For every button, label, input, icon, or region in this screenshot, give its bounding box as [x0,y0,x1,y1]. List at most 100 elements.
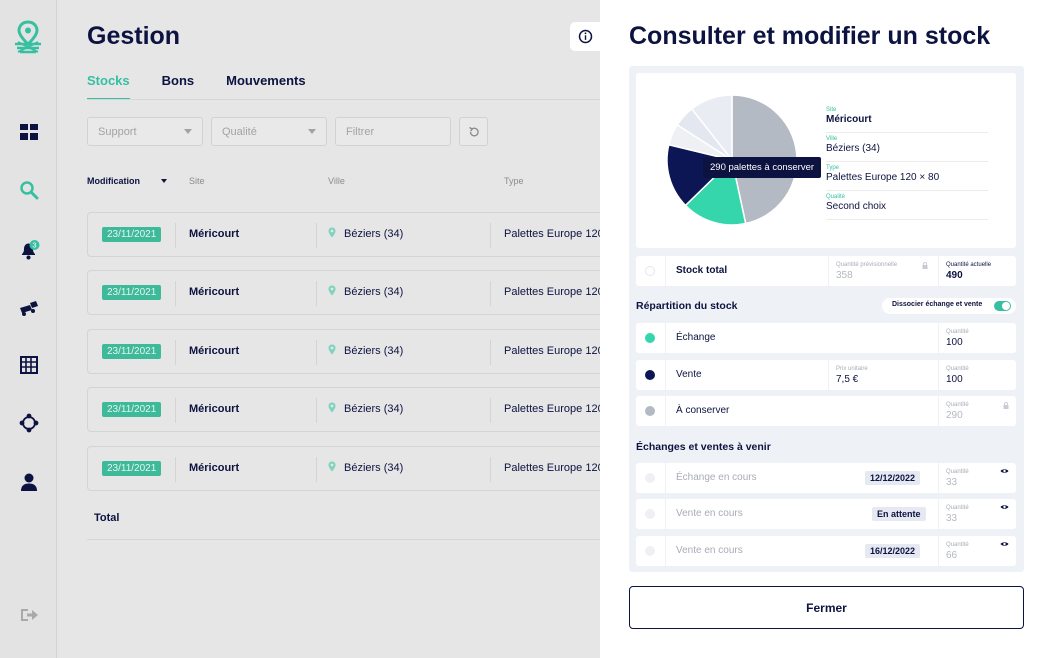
header-type: Type [504,176,524,186]
cell-separator [316,281,317,306]
filters-bar: Support Qualité Filtrer [87,117,488,146]
row-separator [938,499,939,529]
table-row[interactable]: 23/11/2021 Méricourt Béziers (34) Palettes … [87,387,600,432]
site-cell: Méricourt [189,228,240,240]
sidebar: 3 [0,0,57,658]
vente-qty-input[interactable]: 100 [946,374,963,385]
search-icon[interactable] [17,178,41,202]
ville-cell: Béziers (34) [344,286,404,298]
warehouse-grid-icon[interactable] [17,353,41,377]
vente-qty-label: Quantité [946,366,969,372]
tab-stocks[interactable]: Stocks [87,73,130,100]
avenir-qty-value: 33 [946,513,958,524]
modification-date-badge: 23/11/2021 [102,461,162,476]
row-separator [938,256,939,286]
location-pin-icon [328,461,336,472]
chevron-down-icon [184,129,192,134]
echange-dot [645,333,655,343]
location-pin-icon [328,402,336,413]
table-row[interactable]: 23/11/2021 Méricourt Béziers (34) Palettes … [87,446,600,491]
cell-separator [316,457,317,482]
row-separator [828,360,829,390]
user-profile-icon[interactable] [17,470,41,494]
eye-icon[interactable] [1000,468,1009,474]
modification-date-badge: 23/11/2021 [102,344,162,359]
row-separator [665,323,666,353]
tab-mouvements[interactable]: Mouvements [226,73,305,100]
type-cell: Palettes Europe 120 [504,403,600,415]
drawer-title: Consulter et modifier un stock [629,22,991,50]
avenir-row[interactable]: Vente en cours 16/12/2022 Quantité 66 [636,536,1016,566]
notification-bell-icon[interactable]: 3 [17,238,41,262]
info-site-label: Site [826,107,837,113]
echange-qty-input[interactable]: 100 [946,337,963,348]
conserver-row: À conserver Quantité 290 [636,396,1016,426]
vente-dot [645,370,655,380]
qte-previsionnelle-value: 358 [836,270,853,281]
logo-icon[interactable] [13,20,43,54]
qte-actuelle-value[interactable]: 490 [946,270,963,281]
support-select-label: Support [98,125,137,138]
tab-bons[interactable]: Bons [162,73,195,100]
ville-cell: Béziers (34) [344,403,404,415]
table-total-label: Total [94,512,120,524]
filter-input[interactable]: Filtrer [335,117,451,146]
header-ville: Ville [328,176,345,186]
info-site: Site Méricourt [826,104,988,133]
type-cell: Palettes Europe 120 [504,345,600,357]
logout-icon[interactable] [17,603,41,627]
avenir-qty-label: Quantité [946,505,969,511]
type-cell: Palettes Europe 120 [504,286,600,298]
site-cell: Méricourt [189,345,240,357]
modification-date-badge: 23/11/2021 [102,227,162,242]
cell-separator [490,223,491,248]
stock-total-label: Stock total [676,265,728,276]
table-row[interactable]: 23/11/2021 Méricourt Béziers (34) Palettes … [87,270,600,315]
conserver-qty-label: Quantité [946,402,969,408]
avenir-dot [645,473,655,483]
conserver-qty-value: 290 [946,410,963,421]
row-separator [938,323,939,353]
type-cell: Palettes Europe 120 [504,462,600,474]
avenir-row[interactable]: Vente en cours En attente Quantité 33 [636,499,1016,529]
dashboard-icon[interactable] [17,120,41,144]
info-icon [578,29,592,44]
eye-icon[interactable] [1000,541,1009,547]
eye-icon[interactable] [1000,504,1009,510]
site-cell: Méricourt [189,403,240,415]
avenir-dot [645,509,655,519]
vente-price-input[interactable]: 7,5 € [836,374,858,385]
row-separator [665,256,666,286]
table-row[interactable]: 23/11/2021 Méricourt Béziers (34) Palettes … [87,212,600,257]
avenir-qty-value: 33 [946,477,958,488]
stock-total-dot [645,266,655,276]
truck-icon[interactable] [17,296,41,320]
page-title: Gestion [87,22,181,50]
avenir-label: Vente en cours [676,545,743,556]
sort-caret-icon[interactable] [161,179,167,183]
avenir-badge: 12/12/2022 [865,471,921,485]
support-select[interactable]: Support [87,117,203,146]
row-separator [828,256,829,286]
network-icon[interactable] [17,411,41,435]
dissocier-toggle[interactable] [994,301,1011,311]
notification-count: 3 [32,241,36,250]
avenir-row[interactable]: Échange en cours 12/12/2022 Quantité 33 [636,463,1016,493]
tabs-divider [87,99,600,100]
info-type-label: Type [826,165,840,171]
qualite-select[interactable]: Qualité [211,117,327,146]
refresh-button[interactable] [459,117,488,146]
info-button[interactable] [570,22,600,51]
qte-previsionnelle-label: Quantité prévisionnelle [836,262,898,268]
chevron-down-icon [308,129,316,134]
cell-separator [490,398,491,423]
close-button[interactable]: Fermer [629,586,1024,629]
tabs: Stocks Bons Mouvements [87,73,306,100]
info-site-value: Méricourt [826,114,872,125]
header-modification[interactable]: Modification [87,176,140,186]
info-ville: Ville Béziers (34) [826,133,988,162]
table-row[interactable]: 23/11/2021 Méricourt Béziers (34) Palettes … [87,329,600,374]
site-cell: Méricourt [189,286,240,298]
stock-total-row: Stock total Quantité prévisionnelle 358 … [636,256,1016,286]
cell-separator [316,340,317,365]
